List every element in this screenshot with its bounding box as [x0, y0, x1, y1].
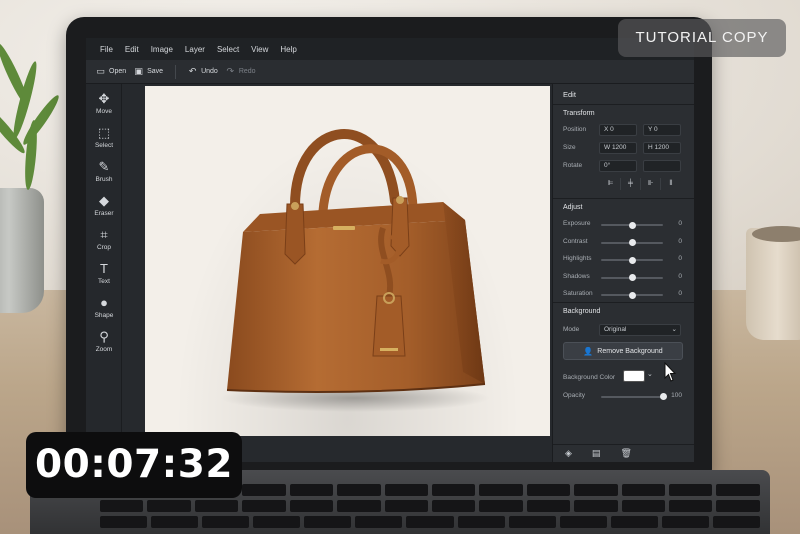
- rotate-field[interactable]: 0°: [599, 160, 637, 172]
- plant-pot: [0, 188, 44, 313]
- size-label: Size: [563, 144, 576, 151]
- align-distribute-icon[interactable]: ⫴: [661, 178, 681, 190]
- tool-move[interactable]: ✥ Move: [86, 91, 122, 116]
- shape-icon: ●: [100, 295, 108, 310]
- remove-background-button[interactable]: 👤 Remove Background: [563, 342, 683, 360]
- slider-knob-contrast[interactable]: [628, 239, 636, 246]
- slider-knob-shadows[interactable]: [628, 274, 636, 281]
- menu-edit[interactable]: Edit: [125, 45, 139, 54]
- menu-view[interactable]: View: [251, 45, 268, 54]
- text-icon: T: [100, 261, 108, 276]
- video-timer: 00:07:32: [26, 432, 242, 498]
- align-buttons: ⊫ ╪ ⊪ ⫴: [601, 178, 681, 190]
- slider-label-contrast: Contrast: [563, 237, 588, 245]
- size-w-field[interactable]: W 1200: [599, 142, 637, 154]
- mouse-cursor-icon: [663, 361, 677, 382]
- tool-select[interactable]: ⬚ Select: [86, 125, 122, 150]
- slider-knob-exposure[interactable]: [628, 221, 636, 229]
- align-right-icon[interactable]: ⊪: [641, 178, 661, 190]
- opacity-label: Opacity: [563, 392, 586, 399]
- select-icon: ⬚: [97, 125, 111, 140]
- panel-title: Edit: [563, 90, 576, 99]
- folder-icon: ▭: [96, 66, 105, 76]
- slider-label-highlights: Highlights: [563, 255, 592, 262]
- divider: [553, 302, 694, 303]
- coffee-mug: [746, 228, 800, 340]
- save-icon: ▣: [134, 66, 143, 76]
- opacity-value: 100: [671, 392, 682, 399]
- background-color-label: Background Color: [563, 374, 616, 381]
- person-icon: 👤: [583, 346, 594, 356]
- color-dropdown-icon[interactable]: ⌄: [647, 370, 653, 378]
- divider: [553, 104, 694, 105]
- tutorial-badge: TUTORIAL COPY: [618, 19, 786, 57]
- menu-bar: File Edit Image Layer Select View Help: [86, 38, 694, 60]
- rotate-label: Rotate: [563, 162, 583, 169]
- redo-button[interactable]: ↷ Redo: [226, 67, 256, 76]
- slider-value-shadows: 0: [678, 272, 682, 280]
- slider-knob-saturation[interactable]: [628, 291, 636, 299]
- brush-icon: ✎: [98, 159, 110, 174]
- slider-label-shadows: Shadows: [563, 272, 590, 280]
- menu-help[interactable]: Help: [280, 45, 296, 54]
- slider-label-exposure: Exposure: [563, 220, 591, 227]
- divider: [553, 198, 694, 199]
- image-canvas[interactable]: [145, 86, 550, 436]
- position-y-field[interactable]: Y 0: [643, 124, 681, 136]
- tool-text[interactable]: T Text: [86, 261, 122, 286]
- app-window: File Edit Image Layer Select View Help ▭…: [86, 38, 694, 462]
- layers-icon[interactable]: ◈: [565, 448, 572, 459]
- tool-zoom[interactable]: ⚲ Zoom: [86, 329, 122, 354]
- slider-value-highlights: 0: [678, 255, 682, 262]
- chevron-down-icon: ⌄: [671, 326, 677, 333]
- mode-label: Mode: [563, 326, 580, 333]
- rotate-extra-field[interactable]: [643, 160, 681, 172]
- mode-select[interactable]: Original ⌄: [599, 324, 681, 336]
- position-x-field[interactable]: X 0: [599, 124, 637, 136]
- key-row: [100, 500, 760, 512]
- menu-file[interactable]: File: [100, 45, 113, 54]
- new-folder-icon[interactable]: ▤: [592, 448, 601, 459]
- align-center-icon[interactable]: ╪: [621, 178, 641, 190]
- trash-icon[interactable]: 🗑: [620, 448, 631, 459]
- size-h-field[interactable]: H 1200: [643, 142, 681, 154]
- undo-icon: ↶: [188, 66, 197, 76]
- background-color-swatch[interactable]: [623, 370, 645, 382]
- tool-crop[interactable]: ⌗ Crop: [86, 227, 122, 252]
- crop-icon: ⌗: [100, 227, 108, 242]
- position-label: Position: [563, 126, 587, 133]
- eraser-icon: ◆: [99, 193, 109, 208]
- tool-shape[interactable]: ● Shape: [86, 295, 122, 320]
- move-icon: ✥: [98, 91, 110, 106]
- key-row: [100, 516, 761, 528]
- adjust-title: Adjust: [563, 204, 583, 211]
- zoom-icon: ⚲: [99, 329, 109, 344]
- redo-icon: ↷: [226, 66, 235, 76]
- menu-image[interactable]: Image: [151, 45, 173, 54]
- save-button[interactable]: ▣ Save: [134, 67, 163, 76]
- undo-button[interactable]: ↶ Undo: [188, 67, 218, 76]
- slider-value-exposure: 0: [678, 220, 682, 227]
- background-title: Background: [563, 308, 601, 315]
- panel-footer: ◈ ▤ 🗑: [553, 444, 694, 462]
- edit-panel: Edit Transform Position X 0 Y 0 Size W 1…: [552, 84, 694, 462]
- open-button[interactable]: ▭ Open: [96, 67, 126, 76]
- tools-sidebar: ✥ Move ⬚ Select ✎ Brush ◆ Eraser ⌗ Crop …: [86, 84, 122, 462]
- slider-value-contrast: 0: [678, 237, 682, 245]
- slider-knob-highlights[interactable]: [628, 256, 636, 264]
- tool-eraser[interactable]: ◆ Eraser: [86, 193, 122, 218]
- toolbar: ▭ Open ▣ Save ↶ Undo ↷ Redo: [86, 60, 694, 84]
- opacity-slider-knob[interactable]: [659, 393, 667, 400]
- toolbar-divider: [175, 64, 177, 79]
- opacity-slider[interactable]: [601, 396, 663, 398]
- slider-value-saturation: 0: [678, 290, 682, 297]
- tool-brush[interactable]: ✎ Brush: [86, 159, 122, 184]
- align-left-icon[interactable]: ⊫: [601, 178, 621, 190]
- menu-layer[interactable]: Layer: [185, 45, 205, 54]
- transform-title: Transform: [563, 110, 595, 117]
- slider-label-saturation: Saturation: [563, 290, 593, 297]
- handbag-image: [220, 129, 490, 412]
- menu-select[interactable]: Select: [217, 45, 239, 54]
